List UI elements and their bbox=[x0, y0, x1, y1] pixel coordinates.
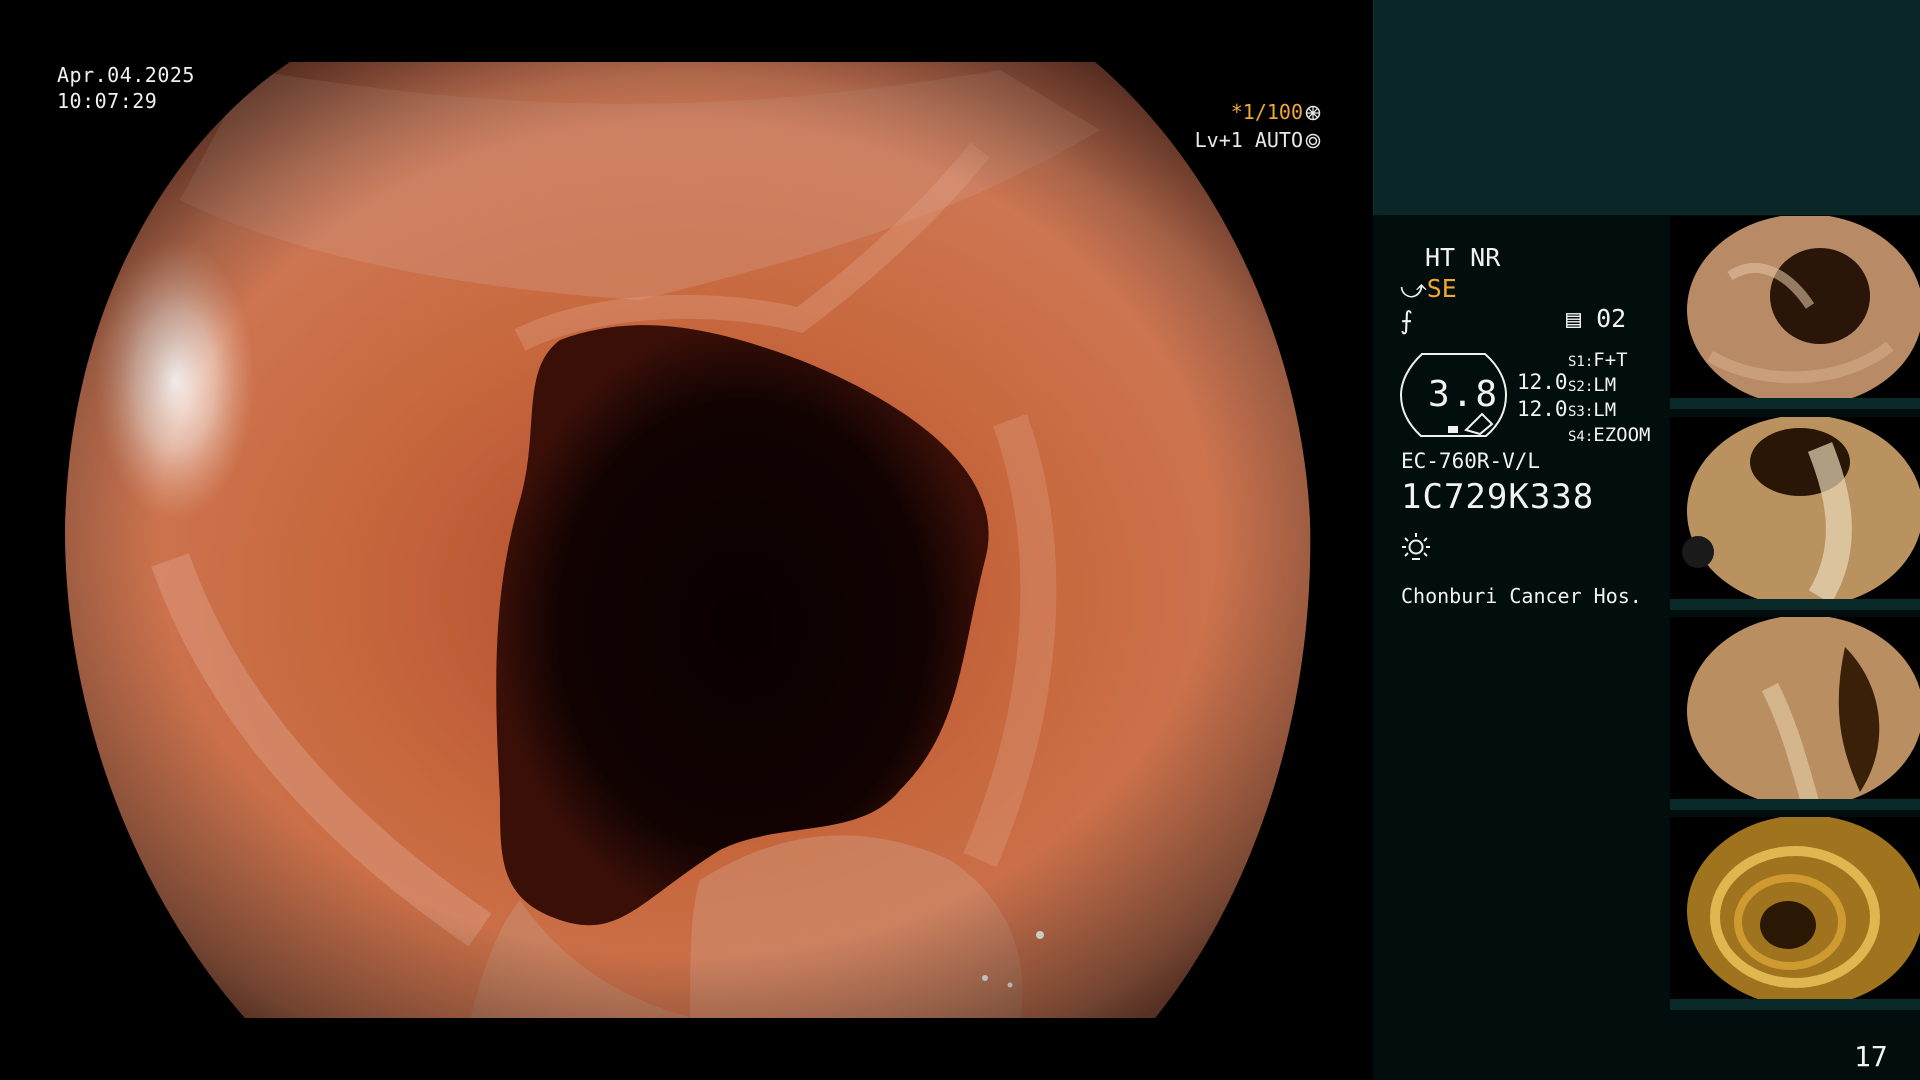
thumbnail-bar-3 bbox=[1670, 799, 1920, 810]
iris-value: 3.8 bbox=[1428, 374, 1500, 415]
auto-iris-icon bbox=[1305, 133, 1321, 149]
thumbnail-bar-1 bbox=[1670, 398, 1920, 409]
hospital-name: Chonburi Cancer Hos. bbox=[1401, 584, 1642, 608]
light-source-icon bbox=[1402, 533, 1430, 560]
thumbnail-bar-4 bbox=[1670, 999, 1920, 1010]
datetime-overlay: Apr.04.2025 10:07:29 bbox=[57, 62, 195, 114]
thumbnail-1[interactable] bbox=[1670, 216, 1920, 409]
memory-value: 02 bbox=[1596, 304, 1627, 333]
shutter-speed: *1/100 bbox=[1230, 100, 1303, 124]
endoscope-live-view: Apr.04.2025 10:07:29 *1/100 Lv+1 AUTO bbox=[0, 0, 1373, 1080]
memory-row: ▤ 02 bbox=[1566, 304, 1626, 333]
gain-value-2: 12.0 bbox=[1517, 397, 1568, 421]
gain-value-1: 12.0 bbox=[1517, 370, 1568, 394]
scope-serial: 1C729K338 bbox=[1401, 477, 1595, 517]
capture-time: 10:07:29 bbox=[57, 89, 158, 113]
capture-date: Apr.04.2025 bbox=[57, 63, 195, 87]
switch-3: S3:LM bbox=[1568, 399, 1617, 421]
thumbnail-image-1 bbox=[1687, 216, 1920, 406]
switch-1: S1:F+T bbox=[1568, 349, 1628, 371]
switch-2: S2:LM bbox=[1568, 374, 1617, 396]
exposure-overlay: *1/100 Lv+1 AUTO bbox=[1195, 98, 1321, 154]
thumbnail-bar-2 bbox=[1670, 599, 1920, 610]
thumbnail-image-2 bbox=[1682, 417, 1920, 607]
thumbnail-2[interactable] bbox=[1670, 417, 1920, 610]
structure-enhance-row: ⤻SE bbox=[1400, 274, 1457, 304]
thumbnail-image-4 bbox=[1687, 817, 1920, 1007]
contrast-icon: ⨍ bbox=[1400, 306, 1414, 335]
ht-nr-mode: HT NR bbox=[1425, 243, 1501, 272]
page-number: 17 bbox=[1854, 1040, 1888, 1073]
colon-lumen-image bbox=[65, 62, 1311, 1018]
iris-pointer-icon bbox=[1464, 412, 1494, 436]
thumbnail-3[interactable] bbox=[1670, 617, 1920, 810]
scope-model: EC-760R-V/L bbox=[1401, 449, 1541, 473]
thumbnail-image-3 bbox=[1687, 617, 1920, 807]
structure-enhance-icon: ⤻ bbox=[1400, 274, 1427, 303]
brightness-level: Lv+1 bbox=[1194, 128, 1243, 152]
se-label: SE bbox=[1426, 274, 1457, 303]
exposure-mode: AUTO bbox=[1254, 128, 1303, 152]
shutter-row: *1/100 bbox=[1195, 98, 1321, 126]
switch-4: S4:EZOOM bbox=[1568, 424, 1651, 446]
panel-header-area bbox=[1373, 0, 1920, 215]
exposure-row: Lv+1 AUTO bbox=[1195, 126, 1321, 154]
memory-card-icon: ▤ bbox=[1566, 304, 1582, 333]
iris-marker bbox=[1448, 426, 1458, 433]
shutter-icon bbox=[1305, 105, 1321, 121]
thumbnail-4[interactable] bbox=[1670, 817, 1920, 1010]
